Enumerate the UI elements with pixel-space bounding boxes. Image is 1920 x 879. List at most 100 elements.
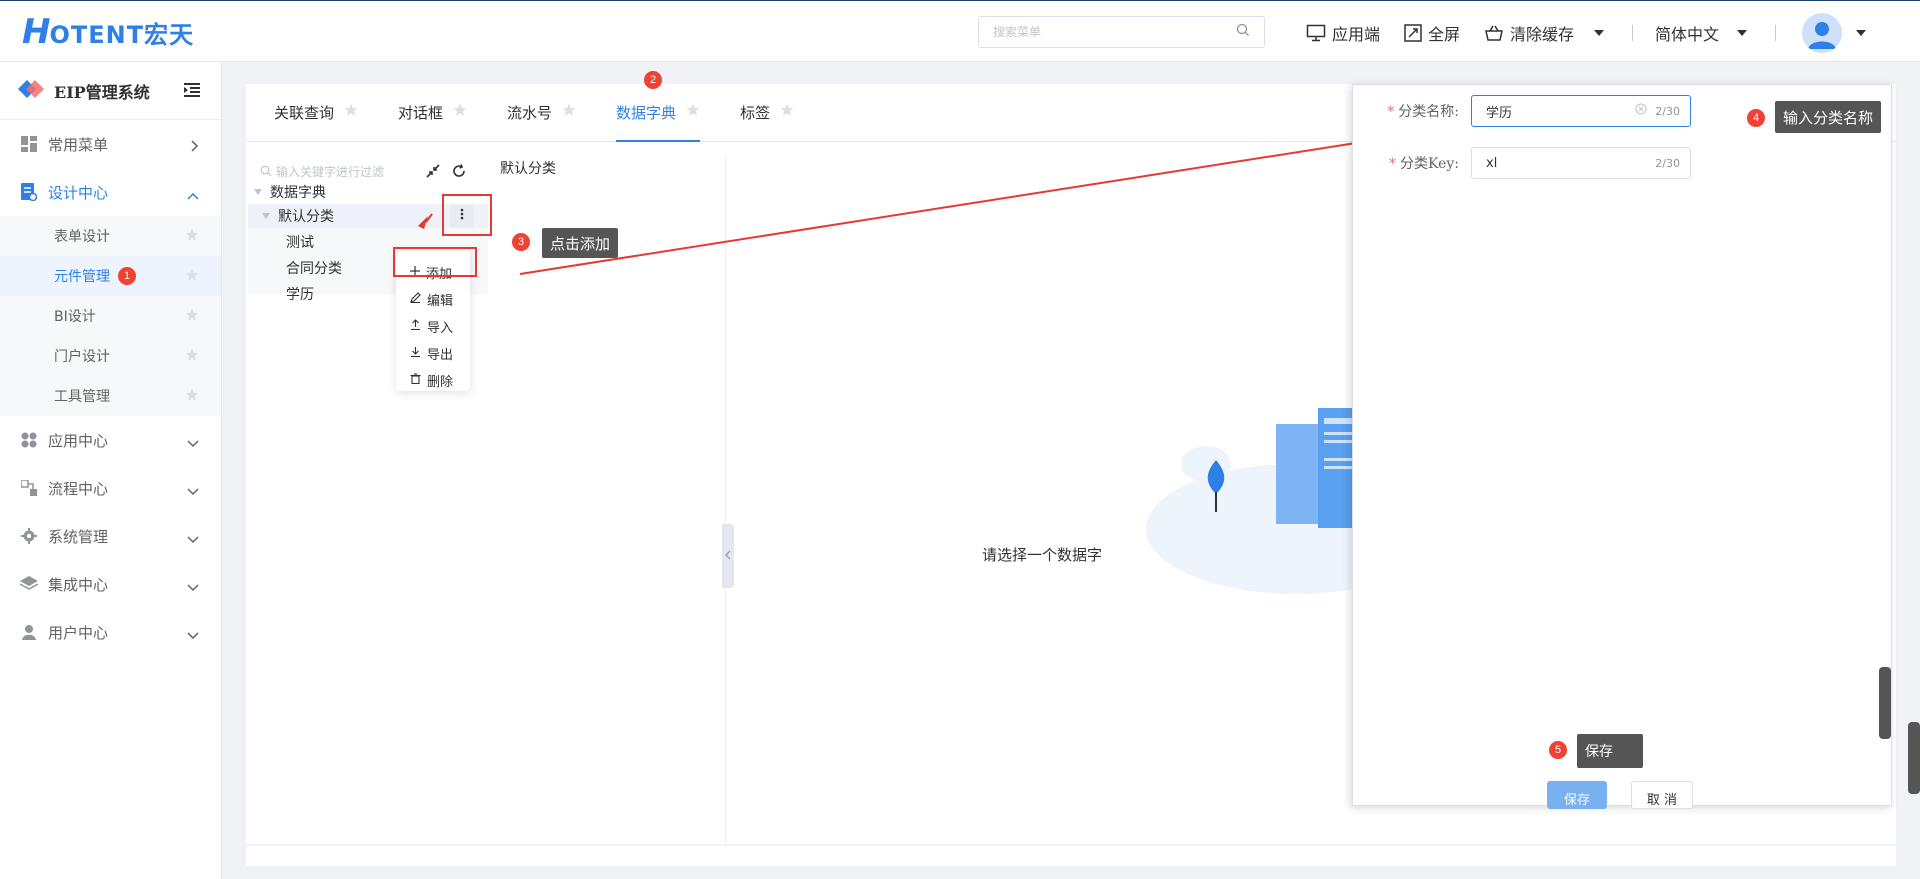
submenu-tool-manage[interactable]: 工具管理 bbox=[0, 376, 221, 416]
search-icon bbox=[260, 165, 272, 180]
document-icon bbox=[20, 183, 38, 201]
chevron-down-icon bbox=[187, 530, 199, 548]
refresh-icon[interactable] bbox=[452, 164, 466, 182]
clear-icon[interactable] bbox=[1635, 103, 1647, 119]
language-select[interactable]: 简体中文 bbox=[1655, 21, 1748, 45]
star-icon[interactable] bbox=[185, 308, 199, 326]
collapse-panel-handle[interactable] bbox=[722, 524, 734, 588]
grid-icon bbox=[20, 135, 38, 153]
menu-integration-center[interactable]: 集成中心 bbox=[0, 560, 221, 608]
annotation-save: 保存 bbox=[1577, 734, 1643, 768]
menu-system-manage[interactable]: 系统管理 bbox=[0, 512, 221, 560]
step-badge: 5 bbox=[1549, 741, 1567, 759]
tree-node-default[interactable]: 默认分类 bbox=[262, 206, 334, 226]
chevron-down-icon bbox=[187, 434, 199, 452]
category-dialog: * 分类名称: 学历 2/30 * 分类Key: xl 2/30 4 输入分类名称 … bbox=[1352, 84, 1892, 809]
menu-common[interactable]: 常用菜单 bbox=[0, 120, 221, 168]
tree-node-label: 数据字典 bbox=[270, 185, 326, 201]
tree-node-child[interactable]: 合同分类 bbox=[286, 258, 342, 278]
menu-design-center[interactable]: 设计中心 bbox=[0, 168, 221, 216]
highlight-box bbox=[442, 194, 492, 236]
tree-filter-input[interactable] bbox=[276, 165, 416, 179]
tree-node-label: 合同分类 bbox=[286, 261, 342, 277]
chevron-down-icon bbox=[1737, 30, 1748, 36]
star-icon[interactable] bbox=[185, 348, 199, 366]
menu-search[interactable] bbox=[978, 16, 1265, 48]
apps-icon bbox=[20, 431, 38, 449]
tree-filter[interactable] bbox=[260, 160, 424, 184]
menu-fold-icon[interactable] bbox=[184, 83, 200, 101]
category-name-input[interactable]: 学历 2/30 bbox=[1471, 95, 1691, 127]
tab-dialog[interactable]: 对话框 bbox=[398, 83, 467, 141]
caret-down-icon[interactable] bbox=[254, 189, 262, 195]
app-end-button[interactable]: 应用端 bbox=[1306, 21, 1380, 45]
submenu-form-design[interactable]: 表单设计 bbox=[0, 216, 221, 256]
submenu-bi-design[interactable]: BI设计 bbox=[0, 296, 221, 336]
tab-tags[interactable]: 标签 bbox=[740, 83, 794, 141]
submenu-label: 工具管理 bbox=[54, 389, 110, 405]
submenu-label: 表单设计 bbox=[54, 229, 110, 245]
tree-actions bbox=[426, 164, 466, 182]
menu-item-label: 编辑 bbox=[427, 294, 454, 309]
star-icon[interactable] bbox=[185, 228, 199, 246]
menu-item-export[interactable]: 导出 bbox=[396, 340, 470, 367]
menu-search-input[interactable] bbox=[993, 25, 1236, 39]
side-widget[interactable] bbox=[1908, 722, 1920, 794]
logo-mark: H bbox=[22, 12, 50, 52]
tab-relation-query[interactable]: 关联查询 bbox=[274, 83, 358, 141]
menu-item-label: 导出 bbox=[427, 348, 454, 363]
cancel-button[interactable]: 取 消 bbox=[1631, 781, 1693, 809]
gear-icon bbox=[20, 527, 38, 545]
step-badge: 3 bbox=[512, 233, 530, 251]
chevron-down-icon[interactable] bbox=[1856, 30, 1867, 36]
star-icon[interactable] bbox=[185, 388, 199, 406]
save-button[interactable]: 保存 bbox=[1547, 781, 1607, 809]
collapse-icon[interactable] bbox=[426, 164, 440, 182]
star-icon[interactable] bbox=[686, 103, 700, 121]
submenu-portal-design[interactable]: 门户设计 bbox=[0, 336, 221, 376]
menu-flow-center[interactable]: 流程中心 bbox=[0, 464, 221, 512]
step-badge: 4 bbox=[1747, 109, 1765, 127]
menu-label: 常用菜单 bbox=[48, 135, 109, 154]
chevron-down-icon bbox=[187, 482, 199, 500]
divider bbox=[1632, 25, 1634, 41]
submenu-component-manage[interactable]: 元件管理 1 bbox=[0, 256, 221, 296]
menu-item-delete[interactable]: 删除 bbox=[396, 367, 470, 394]
menu-user-center[interactable]: 用户中心 bbox=[0, 608, 221, 656]
star-icon[interactable] bbox=[185, 268, 199, 286]
avatar[interactable] bbox=[1802, 13, 1843, 53]
tree-node-label: 默认分类 bbox=[278, 209, 334, 225]
star-icon[interactable] bbox=[344, 103, 358, 121]
category-key-input[interactable]: xl 2/30 bbox=[1471, 147, 1691, 179]
menu-item-label: 导入 bbox=[427, 321, 454, 336]
chevron-right-icon bbox=[191, 138, 199, 156]
side-widget[interactable] bbox=[1879, 667, 1891, 739]
tree-node-label: 学历 bbox=[286, 287, 314, 303]
tree-node-root[interactable]: 数据字典 bbox=[254, 182, 326, 202]
menu-app-center[interactable]: 应用中心 bbox=[0, 416, 221, 464]
star-icon[interactable] bbox=[453, 103, 467, 121]
clear-cache-button[interactable]: 清除缓存 bbox=[1484, 21, 1605, 45]
tree-node-child[interactable]: 测试 bbox=[286, 232, 314, 252]
category-key-value: xl bbox=[1486, 155, 1498, 171]
search-icon[interactable] bbox=[1236, 23, 1250, 41]
tree-panel: 默认分类 数据字典 默认分类 测试 合同分类 学历 添加 bbox=[246, 156, 726, 844]
menu-item-edit[interactable]: 编辑 bbox=[396, 286, 470, 313]
chevron-up-icon bbox=[187, 186, 199, 204]
menu-label: 设计中心 bbox=[48, 183, 109, 202]
star-icon[interactable] bbox=[562, 103, 576, 121]
fullscreen-button[interactable]: 全屏 bbox=[1404, 21, 1460, 45]
tree-node-child[interactable]: 学历 bbox=[286, 284, 314, 304]
trash-icon bbox=[410, 373, 421, 388]
caret-down-icon[interactable] bbox=[262, 213, 270, 219]
menu-item-import[interactable]: 导入 bbox=[396, 313, 470, 340]
chevron-left-icon bbox=[725, 548, 731, 564]
submenu-label: 元件管理 bbox=[54, 269, 110, 285]
tab-data-dictionary[interactable]: 2 数据字典 bbox=[616, 71, 701, 142]
layers-icon bbox=[20, 575, 38, 593]
tab-label: 数据字典 bbox=[616, 103, 677, 122]
name-label-text: 分类名称: bbox=[1398, 104, 1459, 120]
divider bbox=[1775, 25, 1777, 41]
tab-serial-number[interactable]: 流水号 bbox=[507, 83, 576, 141]
star-icon[interactable] bbox=[780, 103, 794, 121]
